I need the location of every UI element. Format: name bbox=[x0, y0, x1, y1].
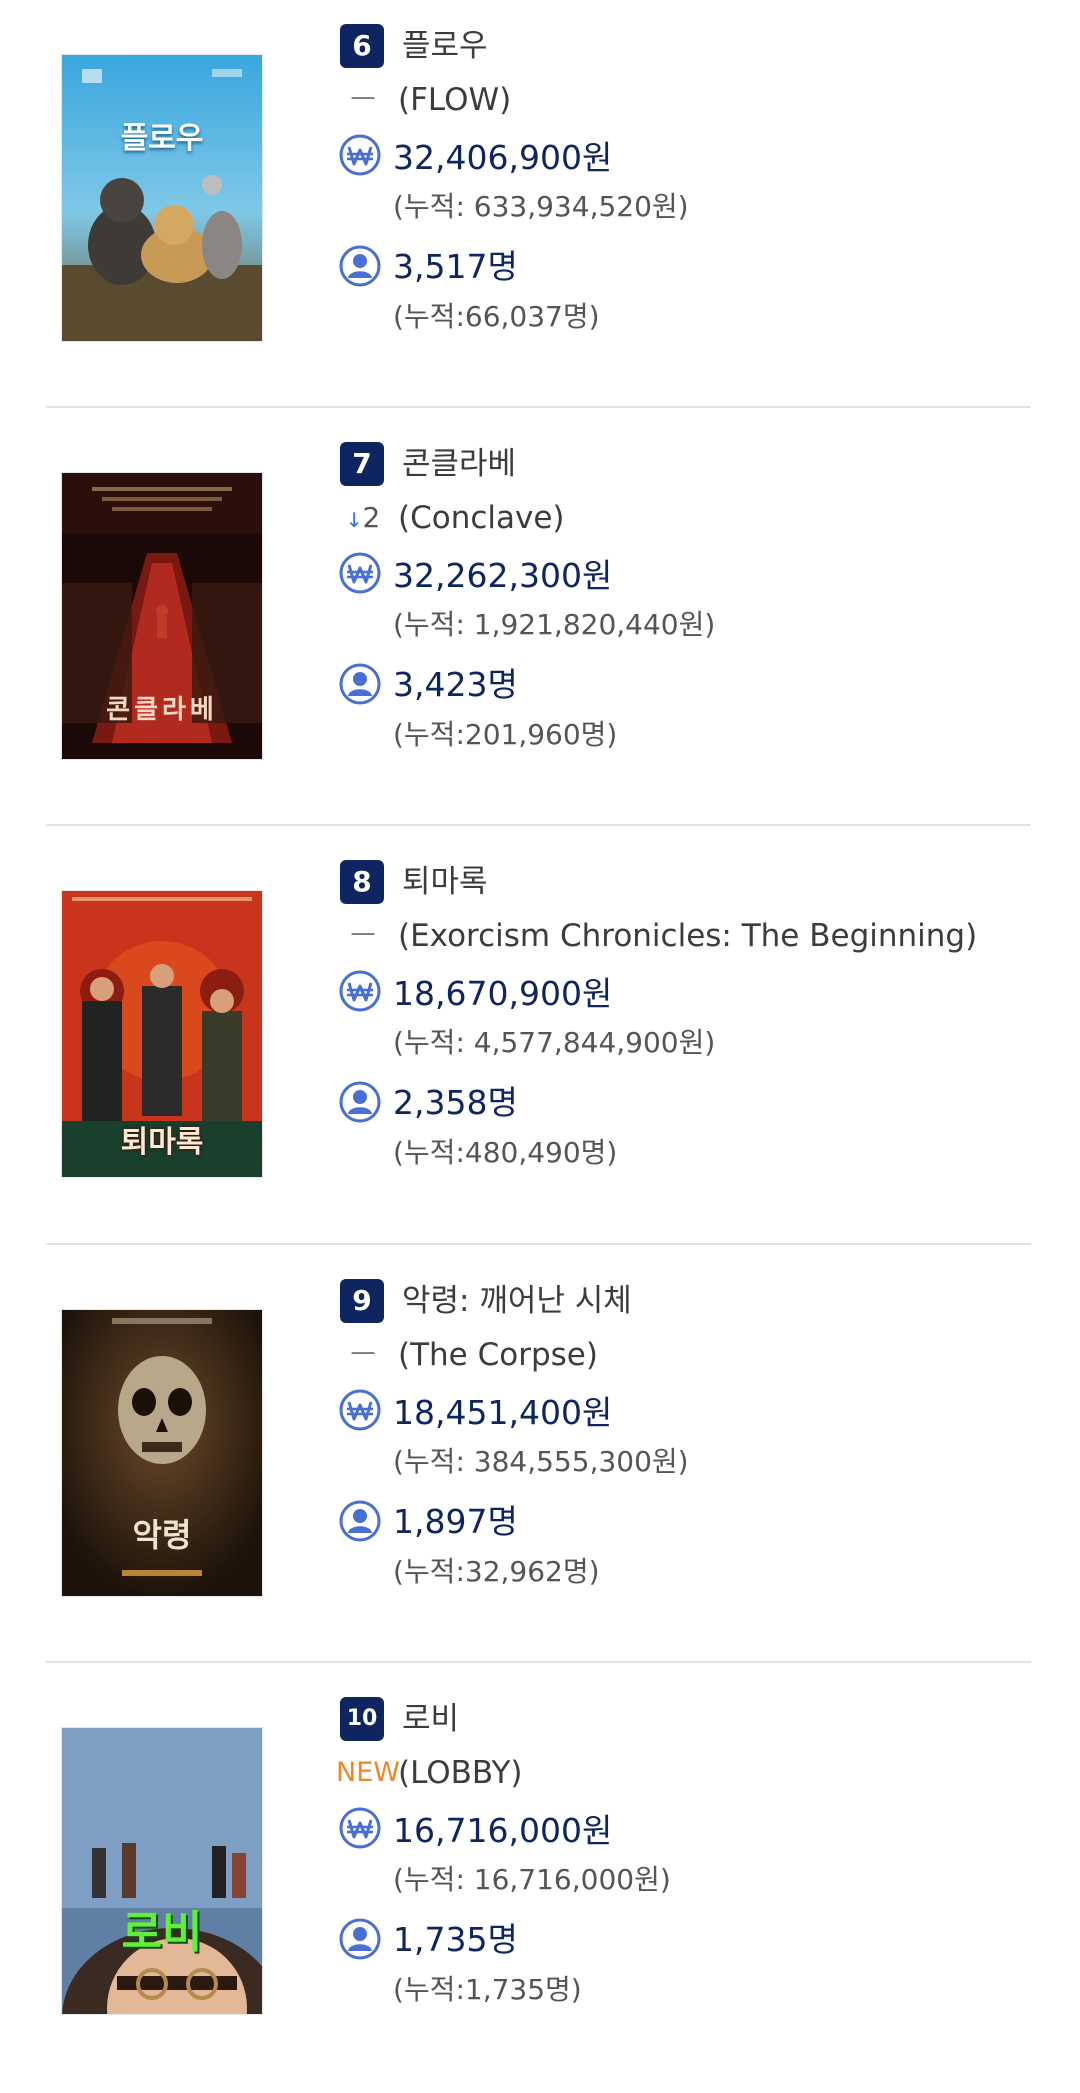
movie-poster[interactable]: 퇴마록 bbox=[62, 891, 262, 1177]
movie-title-english: (Exorcism Chronicles: The Beginning) bbox=[398, 918, 978, 954]
poster-title: 콘클라베 bbox=[106, 695, 218, 725]
won-icon bbox=[339, 1389, 381, 1431]
daily-audience: 1,897명 bbox=[393, 1502, 518, 1541]
divider bbox=[46, 1661, 1031, 1663]
cumulative-sales: (누적: 384,555,300원) bbox=[393, 1445, 689, 1478]
won-icon bbox=[339, 134, 381, 176]
movie-title-english: (LOBBY) bbox=[398, 1755, 523, 1791]
daily-sales: 16,716,000원 bbox=[393, 1811, 613, 1850]
daily-sales: 18,670,900원 bbox=[393, 974, 613, 1013]
rank-badge: 7 bbox=[340, 442, 384, 486]
person-icon bbox=[339, 663, 381, 705]
rank-change: ㅡ bbox=[350, 919, 376, 952]
daily-audience: 1,735명 bbox=[393, 1920, 518, 1959]
movie-entry-7[interactable]: 콘클라베 7 콘클라베 ↓2 (Conclave) 32,262,300원 (누… bbox=[0, 418, 1080, 838]
movie-title-korean[interactable]: 플로우 bbox=[402, 24, 488, 68]
movie-title-korean[interactable]: 퇴마록 bbox=[402, 860, 488, 904]
movie-title-english: (The Corpse) bbox=[398, 1337, 598, 1373]
movie-poster[interactable]: 콘클라베 bbox=[62, 473, 262, 759]
poster-title: 악령 bbox=[132, 1516, 192, 1554]
cumulative-audience: (누적:1,735명) bbox=[393, 1973, 582, 2006]
poster-artwork bbox=[62, 1728, 262, 2014]
divider bbox=[46, 1243, 1031, 1245]
won-icon bbox=[339, 970, 381, 1012]
rank-change: ㅡ bbox=[350, 83, 376, 116]
cumulative-audience: (누적:32,962명) bbox=[393, 1555, 600, 1588]
cumulative-audience: (누적:480,490명) bbox=[393, 1136, 618, 1169]
cumulative-sales: (누적: 633,934,520원) bbox=[393, 190, 689, 223]
cumulative-audience: (누적:66,037명) bbox=[393, 300, 600, 333]
daily-audience: 3,517명 bbox=[393, 247, 518, 286]
rank-badge: 9 bbox=[340, 1279, 384, 1323]
rank-change-value: 2 bbox=[362, 501, 381, 534]
cumulative-sales: (누적: 1,921,820,440원) bbox=[393, 608, 716, 641]
movie-entry-9[interactable]: 악령 9 악령: 깨어난 시체 ㅡ (The Corpse) 18,451,40… bbox=[0, 1255, 1080, 1675]
movie-entry-8[interactable]: 퇴마록 8 퇴마록 ㅡ (Exorcism Chronicles: The Be… bbox=[0, 836, 1080, 1256]
daily-audience: 3,423명 bbox=[393, 665, 518, 704]
rank-change: ㅡ bbox=[350, 1338, 376, 1371]
movie-title-korean[interactable]: 콘클라베 bbox=[402, 442, 516, 486]
rank-badge: 8 bbox=[340, 860, 384, 904]
divider bbox=[46, 824, 1031, 826]
divider bbox=[46, 406, 1031, 408]
poster-title: 퇴마록 bbox=[120, 1125, 204, 1160]
person-icon bbox=[339, 1081, 381, 1123]
daily-audience: 2,358명 bbox=[393, 1083, 518, 1122]
cumulative-sales: (누적: 4,577,844,900원) bbox=[393, 1026, 716, 1059]
movie-poster[interactable]: 플로우 bbox=[62, 55, 262, 341]
person-icon bbox=[339, 1918, 381, 1960]
daily-sales: 32,262,300원 bbox=[393, 556, 613, 595]
movie-entry-10[interactable]: 로비 10 로비 NEW (LOBBY) 16,716,000원 (누적: 16… bbox=[0, 1673, 1080, 2093]
cumulative-sales: (누적: 16,716,000원) bbox=[393, 1863, 671, 1896]
cumulative-audience: (누적:201,960명) bbox=[393, 718, 618, 751]
rank-badge: 6 bbox=[340, 24, 384, 68]
won-icon bbox=[339, 1807, 381, 1849]
daily-sales: 32,406,900원 bbox=[393, 138, 613, 177]
person-icon bbox=[339, 1500, 381, 1542]
movie-title-english: (FLOW) bbox=[398, 82, 512, 118]
person-icon bbox=[339, 245, 381, 287]
poster-title: 플로우 bbox=[120, 121, 204, 156]
daily-sales: 18,451,400원 bbox=[393, 1393, 613, 1432]
poster-title: 로비 bbox=[121, 1907, 203, 1958]
movie-title-korean[interactable]: 로비 bbox=[402, 1697, 459, 1741]
won-icon bbox=[339, 552, 381, 594]
movie-title-english: (Conclave) bbox=[398, 500, 565, 536]
rank-change: ↓2 bbox=[336, 496, 390, 540]
rank-down-icon: ↓ bbox=[345, 508, 363, 532]
movie-entry-6[interactable]: 플로우 6 플로우 ㅡ (FLOW) 32,406,900원 (누적: 633,… bbox=[0, 0, 1080, 420]
poster-artwork bbox=[62, 55, 262, 341]
rank-badge: 10 bbox=[340, 1697, 384, 1741]
movie-title-korean[interactable]: 악령: 깨어난 시체 bbox=[402, 1279, 632, 1323]
movie-poster[interactable]: 로비 bbox=[62, 1728, 262, 2014]
movie-poster[interactable]: 악령 bbox=[62, 1310, 262, 1596]
new-badge: NEW bbox=[336, 1757, 400, 1788]
